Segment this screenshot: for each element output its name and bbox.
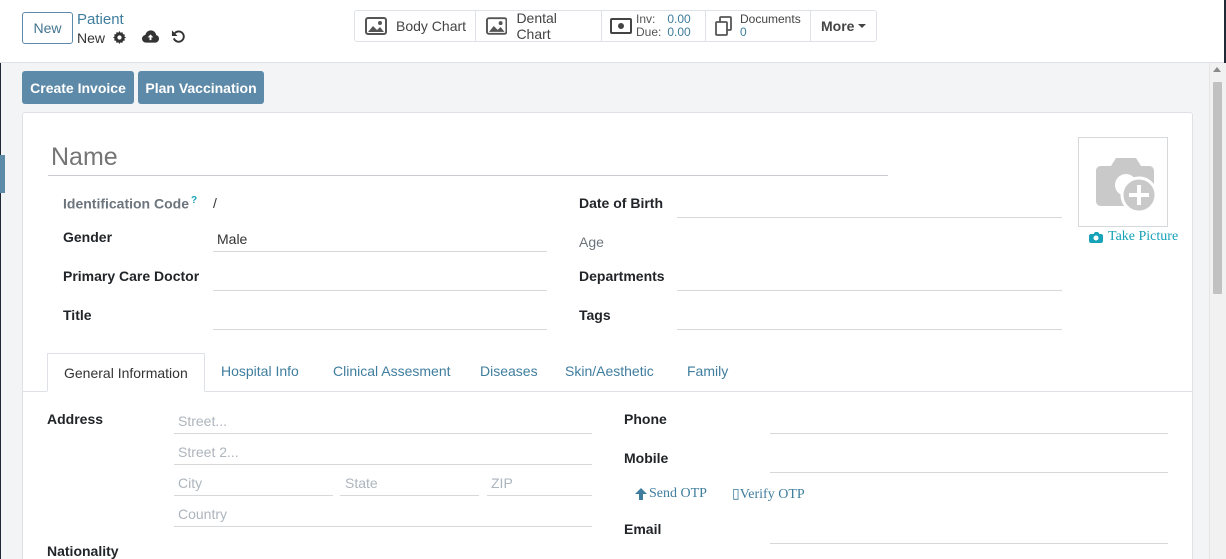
body-chart-label: Body Chart [396,18,467,34]
country-underline [174,526,592,527]
dental-chart-label: Dental Chart [516,10,557,42]
documents-count: 0 [740,25,747,39]
left-accent-bar [0,155,5,193]
street-input[interactable]: Street... [178,413,227,429]
street2-underline [174,464,592,465]
breadcrumb-patient[interactable]: Patient [77,11,124,28]
identification-code-label: Identification Code? [63,195,197,212]
gender-underline [213,251,547,252]
verify-otp-label: Verify OTP [739,486,805,502]
identification-code-label-text: Identification Code [63,195,189,212]
tab-clinical-assesment[interactable]: Clinical Assesment [333,363,451,379]
departments-field[interactable] [677,290,1062,291]
street-underline [174,433,592,434]
gender-select[interactable]: Male [217,231,247,247]
date-of-birth-label: Date of Birth [579,195,663,211]
state-underline [340,495,479,496]
camera-add-icon [1096,158,1158,214]
identification-code-value: / [213,195,217,211]
zip-input[interactable]: ZIP [491,475,513,491]
more-dropdown[interactable]: More [811,11,876,41]
patient-photo[interactable] [1078,137,1168,227]
tab-family[interactable]: Family [687,363,728,379]
date-of-birth-field[interactable] [677,217,1062,218]
cloud-save-icon[interactable] [142,29,159,44]
due-label: Due: [636,25,662,39]
create-invoice-button[interactable]: Create Invoice [22,71,134,104]
caret-down-icon [858,24,867,28]
body-chart-button[interactable]: Body Chart [355,11,476,41]
departments-label: Departments [579,268,665,284]
city-input[interactable]: City [178,475,202,491]
money-icon [610,18,632,34]
phone-field[interactable] [770,433,1168,434]
take-picture-link[interactable]: Take Picture [1089,229,1178,245]
image-icon [365,17,387,35]
title-label: Title [63,307,92,323]
discard-undo-icon[interactable] [171,29,186,44]
tab-diseases[interactable]: Diseases [480,363,538,379]
form-sheet [22,112,1193,559]
street2-input[interactable]: Street 2... [178,444,239,460]
image-icon [486,17,508,35]
documents-icon [715,16,732,36]
title-field[interactable] [213,329,547,330]
arrow-up-icon [635,488,647,500]
send-otp-label: Send OTP [649,486,707,501]
scrollbar-thumb[interactable] [1213,82,1222,294]
age-label: Age [579,234,604,250]
plan-vaccination-button[interactable]: Plan Vaccination [138,71,264,104]
mobile-field[interactable] [770,472,1168,473]
nationality-label: Nationality [47,543,119,559]
name-input[interactable] [48,140,888,176]
take-picture-label: Take Picture [1108,229,1179,244]
primary-care-doctor-field[interactable] [213,290,547,291]
tab-general-information[interactable]: General Information [47,353,205,392]
email-field[interactable] [770,543,1168,544]
gender-label: Gender [63,229,113,245]
mobile-label: Mobile [624,450,669,466]
documents-label: Documents [740,12,801,26]
country-select[interactable]: Country [178,506,227,522]
help-tooltip-icon[interactable]: ? [191,195,197,206]
breadcrumb-current: New [77,30,106,46]
invoice-due-button[interactable]: Inv: 0.00 Due: 0.00 [602,11,706,41]
zip-underline [487,495,592,496]
gear-icon[interactable] [113,31,126,44]
scroll-up-arrow-icon[interactable] [1213,67,1221,72]
dental-chart-button[interactable]: Dental Chart [476,10,602,42]
tags-field[interactable] [677,329,1062,330]
tags-label: Tags [579,307,611,323]
phone-label: Phone [624,411,667,427]
primary-care-doctor-label: Primary Care Doctor [63,268,200,284]
camera-icon [1089,232,1103,243]
new-button[interactable]: New [22,12,73,44]
documents-button[interactable]: Documents 0 [706,11,811,41]
send-otp-button[interactable]: Send OTP [635,486,707,502]
smart-button-bar: Body Chart Dental Chart Inv: 0.00 Due: 0… [354,10,878,42]
email-label: Email [624,521,662,537]
state-select[interactable]: State [345,475,378,491]
tab-hospital-info[interactable]: Hospital Info [221,363,299,379]
due-value: 0.00 [667,25,691,39]
more-label: More [821,18,855,34]
verify-otp-glyph: ▯ [732,487,740,502]
address-label: Address [47,411,104,427]
left-edge [0,0,1,559]
verify-otp-button[interactable]: ▯ Verify OTP [732,486,805,503]
city-underline [174,495,333,496]
tab-skin-aesthetic[interactable]: Skin/Aesthetic [565,363,654,379]
